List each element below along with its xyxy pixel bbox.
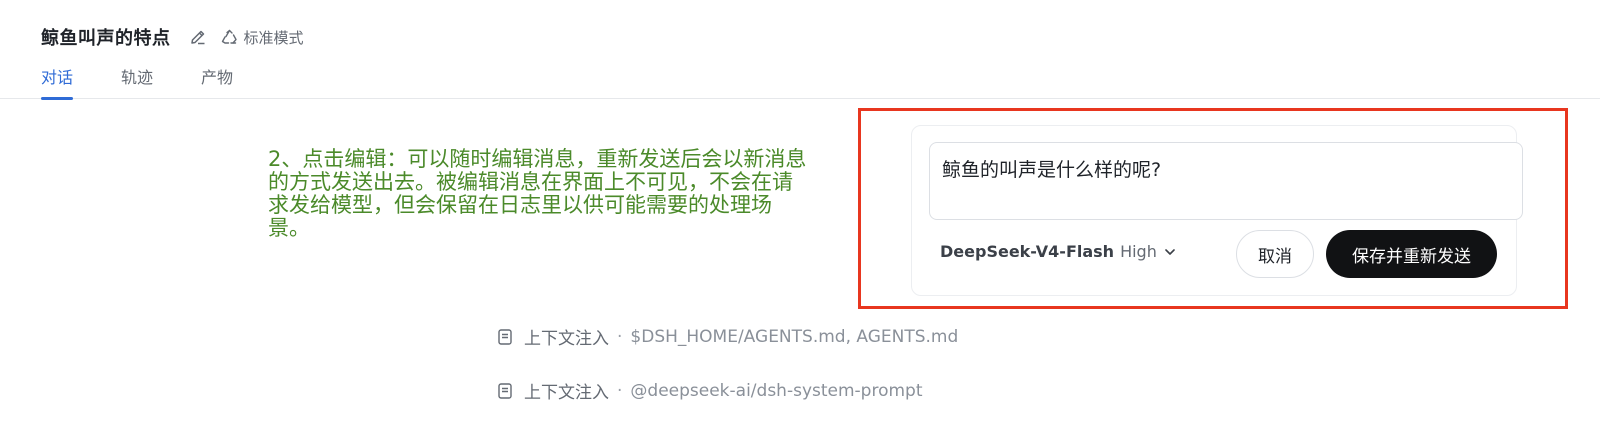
model-name: DeepSeek-V4-Flash	[940, 242, 1115, 261]
recycle-icon	[221, 29, 237, 44]
document-icon	[496, 328, 514, 346]
edit-message-input[interactable]: 鲸鱼的叫声是什么样的呢?	[929, 142, 1523, 220]
title-row: 鲸鱼叫声的特点 标准模式	[41, 24, 304, 50]
document-icon	[496, 382, 514, 400]
context-injection-row[interactable]: 上下文注入 · $DSH_HOME/AGENTS.md, AGENTS.md	[496, 324, 958, 349]
page: 鲸鱼叫声的特点 标准模式 对话 轨迹 产物 2、点击编辑：可以随时编辑消息，重新…	[0, 0, 1600, 428]
edit-title-icon[interactable]	[187, 26, 209, 48]
model-selector[interactable]: DeepSeek-V4-Flash High	[940, 242, 1177, 261]
model-level: High	[1120, 242, 1157, 261]
tab-trajectory[interactable]: 轨迹	[121, 62, 153, 99]
header: 鲸鱼叫声的特点 标准模式 对话 轨迹 产物	[0, 0, 1600, 100]
annotation-note: 2、点击编辑：可以随时编辑消息，重新发送后会以新消息的方式发送出去。被编辑消息在…	[268, 147, 807, 240]
save-and-resend-button[interactable]: 保存并重新发送	[1326, 230, 1497, 278]
cancel-button[interactable]: 取消	[1236, 230, 1314, 278]
separator-dot: ·	[617, 326, 623, 347]
context-injection-label: 上下文注入	[524, 329, 609, 349]
tab-conversation[interactable]: 对话	[41, 62, 74, 100]
chevron-down-icon	[1165, 248, 1175, 255]
context-injection-value: @deepseek-ai/dsh-system-prompt	[630, 380, 923, 401]
tab-bar: 对话 轨迹 产物	[41, 62, 281, 100]
mode-selector[interactable]: 标准模式	[221, 27, 304, 48]
conversation-title: 鲸鱼叫声的特点	[41, 28, 171, 49]
separator-dot: ·	[617, 380, 623, 401]
mode-label: 标准模式	[243, 28, 304, 47]
context-injection-label: 上下文注入	[524, 383, 609, 403]
context-injection-row[interactable]: 上下文注入 · @deepseek-ai/dsh-system-prompt	[496, 378, 923, 403]
tab-artifacts[interactable]: 产物	[201, 62, 233, 99]
context-injection-value: $DSH_HOME/AGENTS.md, AGENTS.md	[630, 326, 959, 347]
